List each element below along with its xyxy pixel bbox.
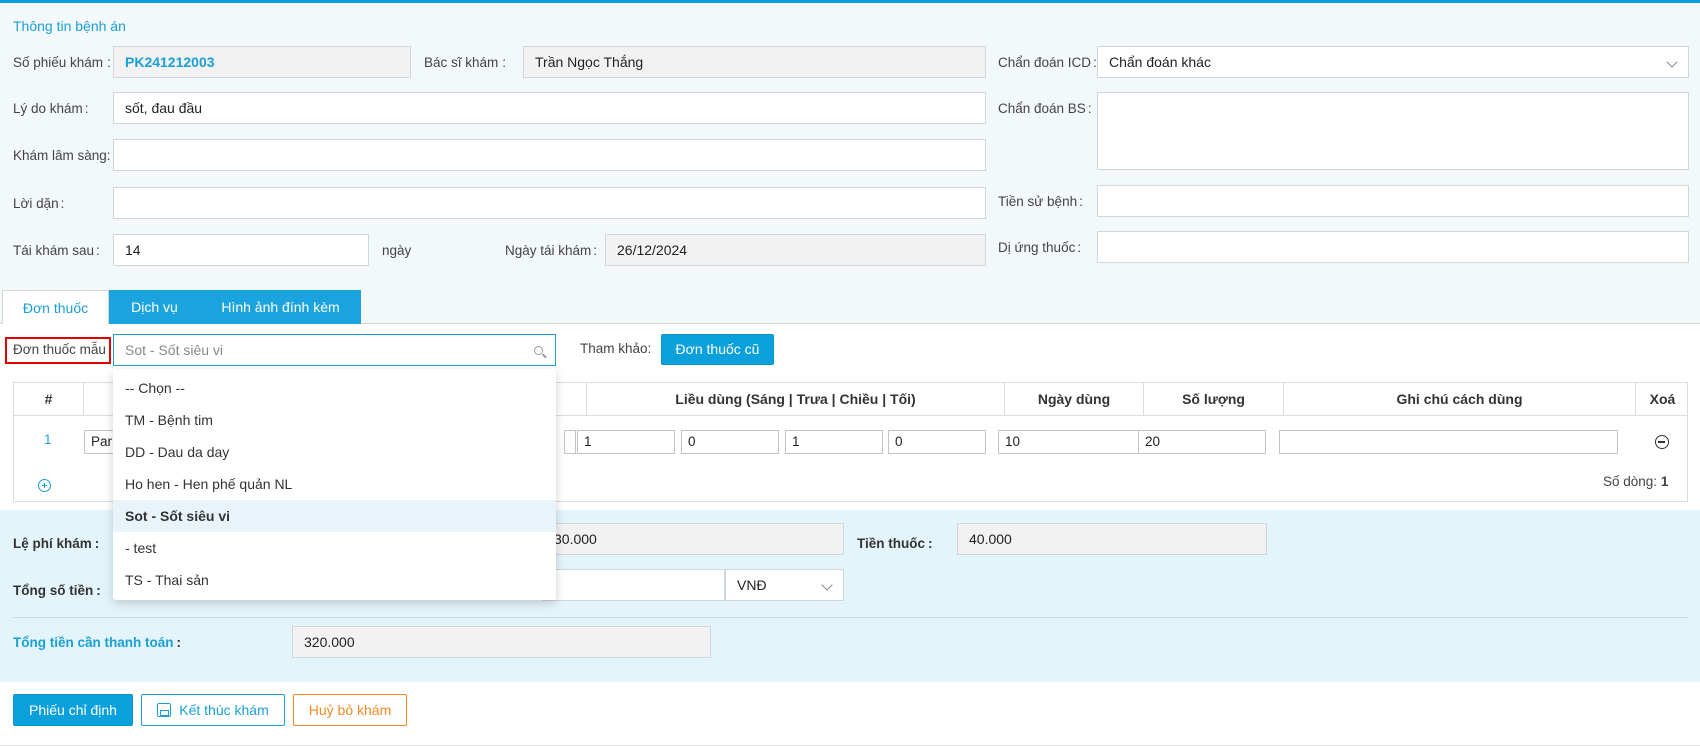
icd-label: Chẩn đoán ICD: xyxy=(998,55,1097,70)
bac-si-label: Bác sĩ khám: xyxy=(424,55,507,70)
so-phieu-label: Số phiếu khám: xyxy=(13,55,111,70)
bac-si-field[interactable]: Trần Ngọc Thắng xyxy=(523,46,986,78)
header-dosage: Liều dùng (Sáng | Trưa | Chiều | Tối) xyxy=(587,383,1005,415)
drug-input-end xyxy=(564,430,576,454)
loi-dan-label: Lời dặn: xyxy=(13,196,65,211)
header-qty: Số lượng xyxy=(1144,383,1284,415)
dose-chieu-input[interactable]: 1 xyxy=(785,430,883,454)
dropdown-item-test[interactable]: - test xyxy=(113,532,556,564)
chevron-down-icon xyxy=(1666,56,1678,68)
chan-doan-bs-label: Chẩn đoán BS: xyxy=(998,101,1092,116)
ngay-unit: ngày xyxy=(382,243,412,258)
days-input[interactable]: 10 xyxy=(998,430,1141,454)
tien-thuoc-label: Tiền thuốc: xyxy=(857,536,933,551)
row-index: 1 xyxy=(44,432,52,447)
can-thanh-toan-field[interactable]: 320.000 xyxy=(292,626,711,658)
add-row-icon[interactable] xyxy=(38,479,51,492)
can-thanh-toan-label: Tổng tiền cần thanh toán: xyxy=(13,635,181,650)
ly-do-input[interactable]: sốt, đau đầu xyxy=(113,92,986,124)
loi-dan-input[interactable] xyxy=(113,187,986,219)
currency-value: VNĐ xyxy=(737,577,767,593)
phieu-chi-dinh-button[interactable]: Phiếu chỉ định xyxy=(13,694,133,726)
template-value: Sot - Sốt siêu vi xyxy=(125,342,224,358)
huy-bo-button[interactable]: Huỷ bỏ khám xyxy=(293,694,407,726)
kham-ls-input[interactable] xyxy=(113,139,986,171)
ngay-tai-kham-label: Ngày tái khám: xyxy=(505,243,598,258)
header-delete: Xoá xyxy=(1649,391,1676,407)
tai-kham-input[interactable]: 14 xyxy=(113,234,369,266)
header-num: # xyxy=(14,383,84,415)
dropdown-item-chon[interactable]: -- Chọn -- xyxy=(113,372,556,404)
section-title: Thông tin bệnh án xyxy=(13,18,126,34)
dropdown-item-ts[interactable]: TS - Thai sản xyxy=(113,564,556,596)
template-select[interactable]: Sot - Sốt siêu vi xyxy=(113,334,556,366)
template-dropdown: -- Chọn -- TM - Bệnh tim DD - Dau da day… xyxy=(113,369,556,600)
ket-thuc-button[interactable]: Kết thúc khám xyxy=(141,694,285,726)
di-ung-label: Dị ứng thuốc: xyxy=(998,240,1082,255)
header-note: Ghi chú cách dùng xyxy=(1284,383,1636,415)
ngay-tai-kham-field[interactable]: 26/12/2024 xyxy=(605,234,986,266)
ket-thuc-label: Kết thúc khám xyxy=(179,702,269,718)
tai-kham-label: Tái khám sau: xyxy=(13,243,100,258)
dose-toi-input[interactable]: 0 xyxy=(888,430,986,454)
template-label: Đơn thuốc mẫu xyxy=(13,342,106,357)
action-bar: Phiếu chỉ định Kết thúc khám Huỷ bỏ khám xyxy=(0,682,1700,746)
tong-field[interactable] xyxy=(542,569,725,601)
icd-select[interactable]: Chẩn đoán khác xyxy=(1097,46,1689,78)
tong-label: Tổng số tiền: xyxy=(13,583,101,598)
le-phi-field[interactable]: 30.000 xyxy=(542,523,844,555)
header-days: Ngày dùng xyxy=(1005,383,1144,415)
tab-bar: Đơn thuốc Dịch vụ Hình ảnh đính kèm xyxy=(0,290,1700,324)
currency-select[interactable]: VNĐ xyxy=(725,569,844,601)
so-phieu-field[interactable]: PK241212003 xyxy=(113,46,411,78)
di-ung-input[interactable] xyxy=(1097,231,1689,263)
tien-su-input[interactable] xyxy=(1097,185,1689,217)
kham-ls-label: Khám lâm sàng: xyxy=(13,148,111,163)
dropdown-item-dd[interactable]: DD - Dau da day xyxy=(113,436,556,468)
chevron-down-icon xyxy=(821,579,833,591)
tab-don-thuoc[interactable]: Đơn thuốc xyxy=(2,290,109,324)
dropdown-item-sot[interactable]: Sot - Sốt siêu vi xyxy=(113,500,556,532)
fee-divider xyxy=(13,617,1688,618)
le-phi-label: Lệ phí khám: xyxy=(13,536,100,551)
ly-do-label: Lý do khám: xyxy=(13,101,89,116)
old-prescription-button[interactable]: Đơn thuốc cũ xyxy=(661,334,774,365)
ref-label: Tham khảo: xyxy=(580,341,652,356)
dose-trua-input[interactable]: 0 xyxy=(681,430,779,454)
dose-sang-input[interactable]: 1 xyxy=(577,430,675,454)
patient-info-section: Thông tin bệnh án Số phiếu khám: PK24121… xyxy=(0,0,1700,290)
chan-doan-bs-textarea[interactable] xyxy=(1097,92,1689,170)
tab-dich-vu[interactable]: Dịch vụ xyxy=(109,290,200,324)
note-input[interactable] xyxy=(1279,430,1618,454)
qty-input[interactable]: 20 xyxy=(1138,430,1266,454)
remove-row-icon[interactable] xyxy=(1655,435,1669,449)
tien-su-label: Tiền sử bệnh: xyxy=(998,194,1083,209)
dropdown-item-tm[interactable]: TM - Bệnh tim xyxy=(113,404,556,436)
icd-value: Chẩn đoán khác xyxy=(1109,54,1211,70)
dropdown-item-hohen[interactable]: Ho hen - Hen phế quản NL xyxy=(113,468,556,500)
save-icon xyxy=(157,703,172,717)
tien-thuoc-field[interactable]: 40.000 xyxy=(957,523,1267,555)
row-count: Số dòng: 1 xyxy=(1603,474,1669,489)
tab-hinh-anh[interactable]: Hình ảnh đính kèm xyxy=(200,290,361,324)
search-icon xyxy=(534,346,543,355)
